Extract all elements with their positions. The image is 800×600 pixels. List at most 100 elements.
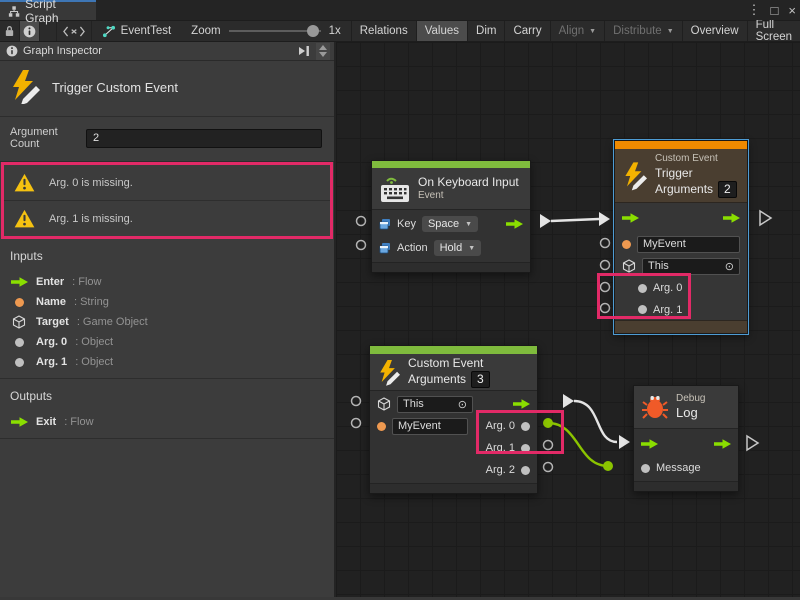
port-circle[interactable]: [601, 239, 610, 248]
tab-script-graph[interactable]: Script Graph: [0, 0, 96, 20]
node-title: On Keyboard Input: [418, 175, 519, 190]
object-port-icon[interactable]: [638, 305, 647, 314]
port-circle[interactable]: [352, 397, 361, 406]
warning-row: Arg. 0 is missing.: [4, 165, 330, 200]
window-menu-icon[interactable]: ⋮: [748, 2, 761, 18]
string-port-icon[interactable]: [377, 422, 386, 431]
object-picker-icon[interactable]: ⊙: [725, 260, 734, 273]
spinner-up-icon[interactable]: [319, 45, 327, 50]
flow-out-arrow-icon[interactable]: [506, 219, 523, 229]
value-wire: [548, 423, 608, 466]
warning-row: Arg. 1 is missing.: [4, 200, 330, 236]
node-trigger-custom-event[interactable]: Custom Event Trigger Arguments2 MyEvent: [614, 140, 748, 334]
port-circle[interactable]: [352, 419, 361, 428]
flow-out-arrow-icon[interactable]: [714, 439, 731, 449]
object-port-icon[interactable]: [641, 464, 650, 473]
port-circle[interactable]: [357, 217, 366, 226]
port-circle[interactable]: [601, 304, 610, 313]
node-custom-event[interactable]: Custom Event Arguments3 This ⊙ MyEvent: [369, 345, 538, 494]
unit-title: Trigger Custom Event: [52, 80, 178, 95]
arg-label: Arg. 1: [653, 304, 682, 316]
window-tab-bar: Script Graph ⋮ □ ×: [0, 0, 800, 20]
flow-in-arrow-icon[interactable]: [622, 213, 639, 223]
flow-out-arrow-icon[interactable]: [723, 213, 740, 223]
argument-count-input[interactable]: 2: [86, 129, 322, 148]
tab-label: Script Graph: [25, 0, 88, 25]
node-kind: Debug: [676, 393, 705, 406]
argument-count-row: Argument Count 2: [0, 117, 334, 162]
dim-button[interactable]: Dim: [467, 21, 504, 41]
zoom-slider[interactable]: [229, 20, 321, 42]
carry-button[interactable]: Carry: [504, 21, 549, 41]
graph-canvas[interactable]: On Keyboard Input Event Key Space▼: [336, 42, 800, 597]
port-circle[interactable]: [601, 261, 610, 270]
node-title: Trigger: [655, 166, 737, 181]
node-title: Log: [676, 405, 705, 421]
spinner-down-icon[interactable]: [319, 52, 327, 57]
event-name-field[interactable]: MyEvent: [637, 236, 740, 253]
connected-value-port[interactable]: [543, 418, 553, 428]
warning-icon: [14, 209, 35, 228]
object-port-icon[interactable]: [521, 444, 530, 453]
dock-panel-icon[interactable]: [297, 45, 311, 57]
key-dropdown[interactable]: Space▼: [422, 216, 478, 232]
warning-text: Arg. 0 is missing.: [49, 177, 133, 189]
port-row-exit: Exit: Flow: [10, 412, 324, 432]
port-row-arg1: Arg. 1: Object: [10, 352, 324, 372]
node-subtitle: Arguments: [408, 372, 466, 386]
flow-arrow-icon: [11, 417, 28, 427]
flow-out-port[interactable]: [563, 394, 574, 408]
node-footer: [634, 481, 738, 491]
object-port-icon: [15, 358, 24, 367]
window-close-icon[interactable]: ×: [788, 3, 796, 18]
object-port-icon[interactable]: [521, 422, 530, 431]
port-circle[interactable]: [357, 241, 366, 250]
full-screen-button[interactable]: Full Screen: [747, 21, 800, 41]
port-circle[interactable]: [601, 283, 610, 292]
code-icon: [63, 26, 85, 37]
action-dropdown[interactable]: Hold▼: [434, 240, 482, 256]
align-dropdown[interactable]: Align▼: [550, 21, 605, 41]
string-port-icon[interactable]: [622, 240, 631, 249]
script-graph-icon: [8, 5, 20, 18]
flow-arrow-icon: [11, 277, 28, 287]
outputs-section: Outputs Exit: Flow: [0, 378, 334, 439]
object-port-icon[interactable]: [521, 466, 530, 475]
gameobject-cube-icon[interactable]: [622, 259, 636, 273]
warning-icon: [14, 173, 35, 192]
gameobject-cube-icon: [12, 315, 26, 329]
event-name-field[interactable]: MyEvent: [392, 418, 468, 435]
flow-out-port[interactable]: [540, 214, 551, 228]
port-circle[interactable]: [544, 441, 553, 450]
flow-out-arrow-icon[interactable]: [513, 399, 530, 409]
port-circle[interactable]: [544, 463, 553, 472]
object-port-icon[interactable]: [638, 284, 647, 293]
relations-button[interactable]: Relations: [351, 21, 416, 41]
window-maximize-icon[interactable]: □: [771, 3, 779, 18]
values-button[interactable]: Values: [416, 21, 467, 41]
lock-icon: [4, 25, 15, 37]
graph-inspector-panel: Graph Inspector Trigger Custom Event Arg…: [0, 42, 336, 597]
node-on-keyboard-input[interactable]: On Keyboard Input Event Key Space▼: [371, 160, 531, 273]
gameobject-cube-icon[interactable]: [377, 397, 391, 411]
custom-event-icon: [10, 70, 40, 104]
flow-out-port[interactable]: [760, 211, 771, 225]
zoom-slider-handle[interactable]: [307, 25, 319, 37]
lock-button[interactable]: [0, 21, 20, 41]
flow-out-port[interactable]: [747, 436, 758, 450]
keyboard-icon: [380, 175, 410, 203]
node-debug-log[interactable]: Debug Log Message: [633, 385, 739, 492]
connected-value-port[interactable]: [603, 461, 613, 471]
panel-spinner[interactable]: [316, 43, 330, 60]
inspector-title: Graph Inspector: [23, 45, 102, 57]
target-field[interactable]: This ⊙: [397, 396, 473, 413]
distribute-dropdown[interactable]: Distribute▼: [604, 21, 682, 41]
overview-button[interactable]: Overview: [682, 21, 747, 41]
object-picker-icon[interactable]: ⊙: [458, 398, 467, 411]
inputs-heading: Inputs: [10, 249, 324, 263]
target-field[interactable]: This ⊙: [642, 258, 740, 275]
port-row-arg0: Arg. 0: Object: [10, 332, 324, 352]
flow-in-arrow-icon[interactable]: [641, 439, 658, 449]
flow-wire: [551, 219, 599, 221]
asset-breadcrumb[interactable]: EventTest: [92, 21, 182, 41]
